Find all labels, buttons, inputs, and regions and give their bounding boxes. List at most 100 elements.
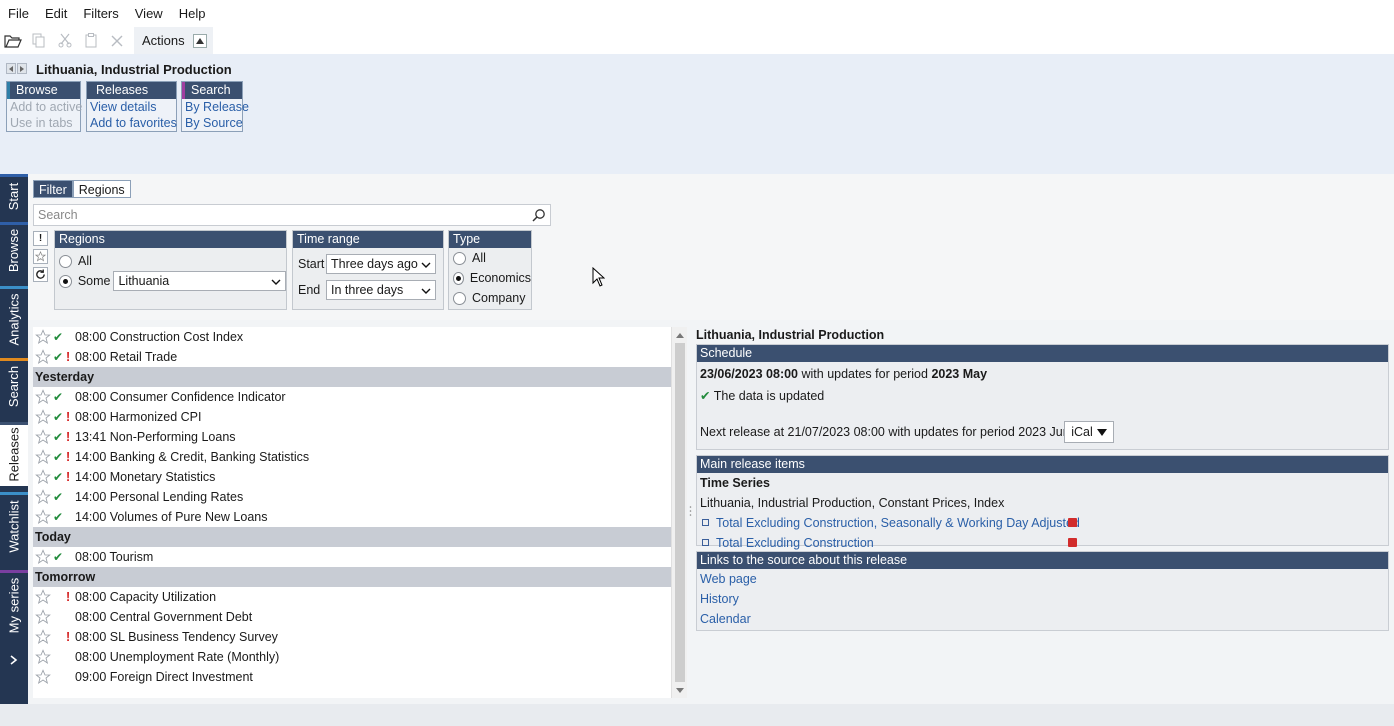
pane-splitter[interactable] <box>689 505 692 519</box>
release-row[interactable]: ✔ 14:00 Volumes of Pure New Loans <box>33 507 687 527</box>
add-to-favorites-link[interactable]: Add to favorites <box>87 115 177 131</box>
expand-chevron-icon[interactable] <box>0 648 28 672</box>
regions-all-radio[interactable] <box>59 254 72 268</box>
external-link-icon[interactable] <box>1068 518 1077 527</box>
search-icon[interactable] <box>532 208 546 225</box>
release-row[interactable]: ✔ 08:00 Consumer Confidence Indicator <box>33 387 687 407</box>
paste-icon[interactable] <box>78 27 104 54</box>
tab-browse[interactable]: Browse <box>0 222 28 278</box>
star-icon[interactable] <box>35 549 51 571</box>
star-icon[interactable] <box>35 349 51 371</box>
menu-help[interactable]: Help <box>171 0 214 27</box>
type-economics-option[interactable]: Economics <box>449 268 531 288</box>
delete-icon[interactable] <box>104 27 130 54</box>
menu-filters[interactable]: Filters <box>75 0 126 27</box>
release-row[interactable]: ✔ 08:00 Tourism <box>33 547 687 567</box>
type-company-option[interactable]: Company <box>449 288 531 308</box>
release-time-name[interactable]: 08:00 Retail Trade <box>75 347 177 367</box>
tab-regions[interactable]: Regions <box>72 180 131 198</box>
release-time-name[interactable]: 08:00 Capacity Utilization <box>75 587 216 607</box>
web-page-link[interactable]: Web page <box>697 569 1388 589</box>
release-time-name[interactable]: 08:00 Consumer Confidence Indicator <box>75 387 286 407</box>
tab-my-series[interactable]: My series <box>0 570 28 640</box>
release-time-name[interactable]: 14:00 Personal Lending Rates <box>75 487 243 507</box>
type-economics-radio[interactable] <box>453 271 464 285</box>
collapse-up-icon[interactable] <box>192 33 207 48</box>
release-row[interactable]: ! 08:00 SL Business Tendency Survey <box>33 627 687 647</box>
release-row[interactable]: ✔! 14:00 Banking & Credit, Banking Statis… <box>33 447 687 467</box>
important-filter-icon[interactable]: ! <box>33 231 48 246</box>
scroll-down-icon[interactable] <box>675 685 685 695</box>
search-input[interactable] <box>34 205 524 225</box>
release-row[interactable]: ! 08:00 Capacity Utilization <box>33 587 687 607</box>
end-select[interactable]: In three days <box>326 280 436 300</box>
tab-analytics[interactable]: Analytics <box>0 286 28 352</box>
release-row[interactable]: ✔! 08:00 Harmonized CPI <box>33 407 687 427</box>
tab-search[interactable]: Search <box>0 358 28 414</box>
release-row[interactable]: ✔! 08:00 Retail Trade <box>33 347 687 367</box>
filter-tabs: Filter Regions <box>33 180 131 198</box>
release-time-name[interactable]: 14:00 Volumes of Pure New Loans <box>75 507 268 527</box>
release-time-name[interactable]: 08:00 Tourism <box>75 547 153 567</box>
scroll-up-icon[interactable] <box>675 330 685 340</box>
cut-icon[interactable] <box>52 27 78 54</box>
release-time-name[interactable]: 08:00 Unemployment Rate (Monthly) <box>75 647 279 667</box>
release-row[interactable]: ✔ 08:00 Construction Cost Index <box>33 327 687 347</box>
by-release-link[interactable]: By Release <box>182 99 249 115</box>
use-in-tabs-link[interactable]: Use in tabs <box>7 115 80 131</box>
series-row[interactable]: Total Excluding Construction <box>697 533 1388 553</box>
release-time-name[interactable]: 09:00 Foreign Direct Investment <box>75 667 253 687</box>
regions-some-radio[interactable] <box>59 274 72 288</box>
open-folder-icon[interactable] <box>0 27 26 54</box>
release-scrollbar[interactable] <box>671 327 687 698</box>
release-time-name[interactable]: 08:00 SL Business Tendency Survey <box>75 627 278 647</box>
series-checkbox[interactable] <box>702 539 709 546</box>
series-checkbox[interactable] <box>702 519 709 526</box>
regions-all-option[interactable]: All <box>55 251 286 271</box>
release-time-name[interactable]: 08:00 Construction Cost Index <box>75 327 243 347</box>
series-link[interactable]: Total Excluding Construction, Seasonally… <box>716 513 1080 533</box>
ical-button[interactable]: iCal <box>1064 421 1114 443</box>
release-row[interactable]: ✔ 14:00 Personal Lending Rates <box>33 487 687 507</box>
region-select[interactable]: Lithuania <box>113 271 286 291</box>
menu-edit[interactable]: Edit <box>37 0 75 27</box>
calendar-link[interactable]: Calendar <box>697 609 1388 629</box>
tab-releases[interactable]: Releases <box>0 422 28 486</box>
forward-arrow-icon[interactable] <box>17 63 27 74</box>
start-select[interactable]: Three days ago <box>326 254 436 274</box>
copy-icon[interactable] <box>26 27 52 54</box>
release-row[interactable]: 08:00 Central Government Debt <box>33 607 687 627</box>
external-link-icon[interactable] <box>1068 538 1077 547</box>
release-row[interactable]: 09:00 Foreign Direct Investment <box>33 667 687 687</box>
release-row[interactable]: 08:00 Unemployment Rate (Monthly) <box>33 647 687 667</box>
menu-file[interactable]: File <box>0 0 37 27</box>
tab-start[interactable]: Start <box>0 174 28 218</box>
release-time-name[interactable]: 08:00 Harmonized CPI <box>75 407 201 427</box>
release-time-name[interactable]: 14:00 Monetary Statistics <box>75 467 215 487</box>
view-details-link[interactable]: View details <box>87 99 176 115</box>
type-company-radio[interactable] <box>453 291 466 305</box>
history-link[interactable]: History <box>697 589 1388 609</box>
release-time-name[interactable]: 14:00 Banking & Credit, Banking Statisti… <box>75 447 309 467</box>
back-arrow-icon[interactable] <box>6 63 16 74</box>
scroll-thumb[interactable] <box>675 343 685 682</box>
tab-watchlist[interactable]: Watchlist <box>0 492 28 560</box>
by-source-link[interactable]: By Source <box>182 115 243 131</box>
release-time-name[interactable]: 08:00 Central Government Debt <box>75 607 252 627</box>
series-link[interactable]: Total Excluding Construction <box>716 533 874 553</box>
release-row[interactable]: ✔! 14:00 Monetary Statistics <box>33 467 687 487</box>
favorite-filter-icon[interactable] <box>33 249 48 264</box>
release-row[interactable]: ✔! 13:41 Non-Performing Loans <box>33 427 687 447</box>
refresh-icon[interactable] <box>33 267 48 282</box>
tab-filter[interactable]: Filter <box>33 180 73 198</box>
menu-view[interactable]: View <box>127 0 171 27</box>
type-all-option[interactable]: All <box>449 248 531 268</box>
regions-some-option[interactable]: Some Lithuania <box>55 271 286 291</box>
add-to-active-link[interactable]: Add to active <box>7 99 82 115</box>
release-time-name[interactable]: 13:41 Non-Performing Loans <box>75 427 236 447</box>
star-icon[interactable] <box>35 669 51 691</box>
series-row[interactable]: Total Excluding Construction, Seasonally… <box>697 513 1388 533</box>
actions-toggle[interactable]: Actions <box>134 27 213 54</box>
star-icon[interactable] <box>35 509 51 531</box>
type-all-radio[interactable] <box>453 251 466 265</box>
